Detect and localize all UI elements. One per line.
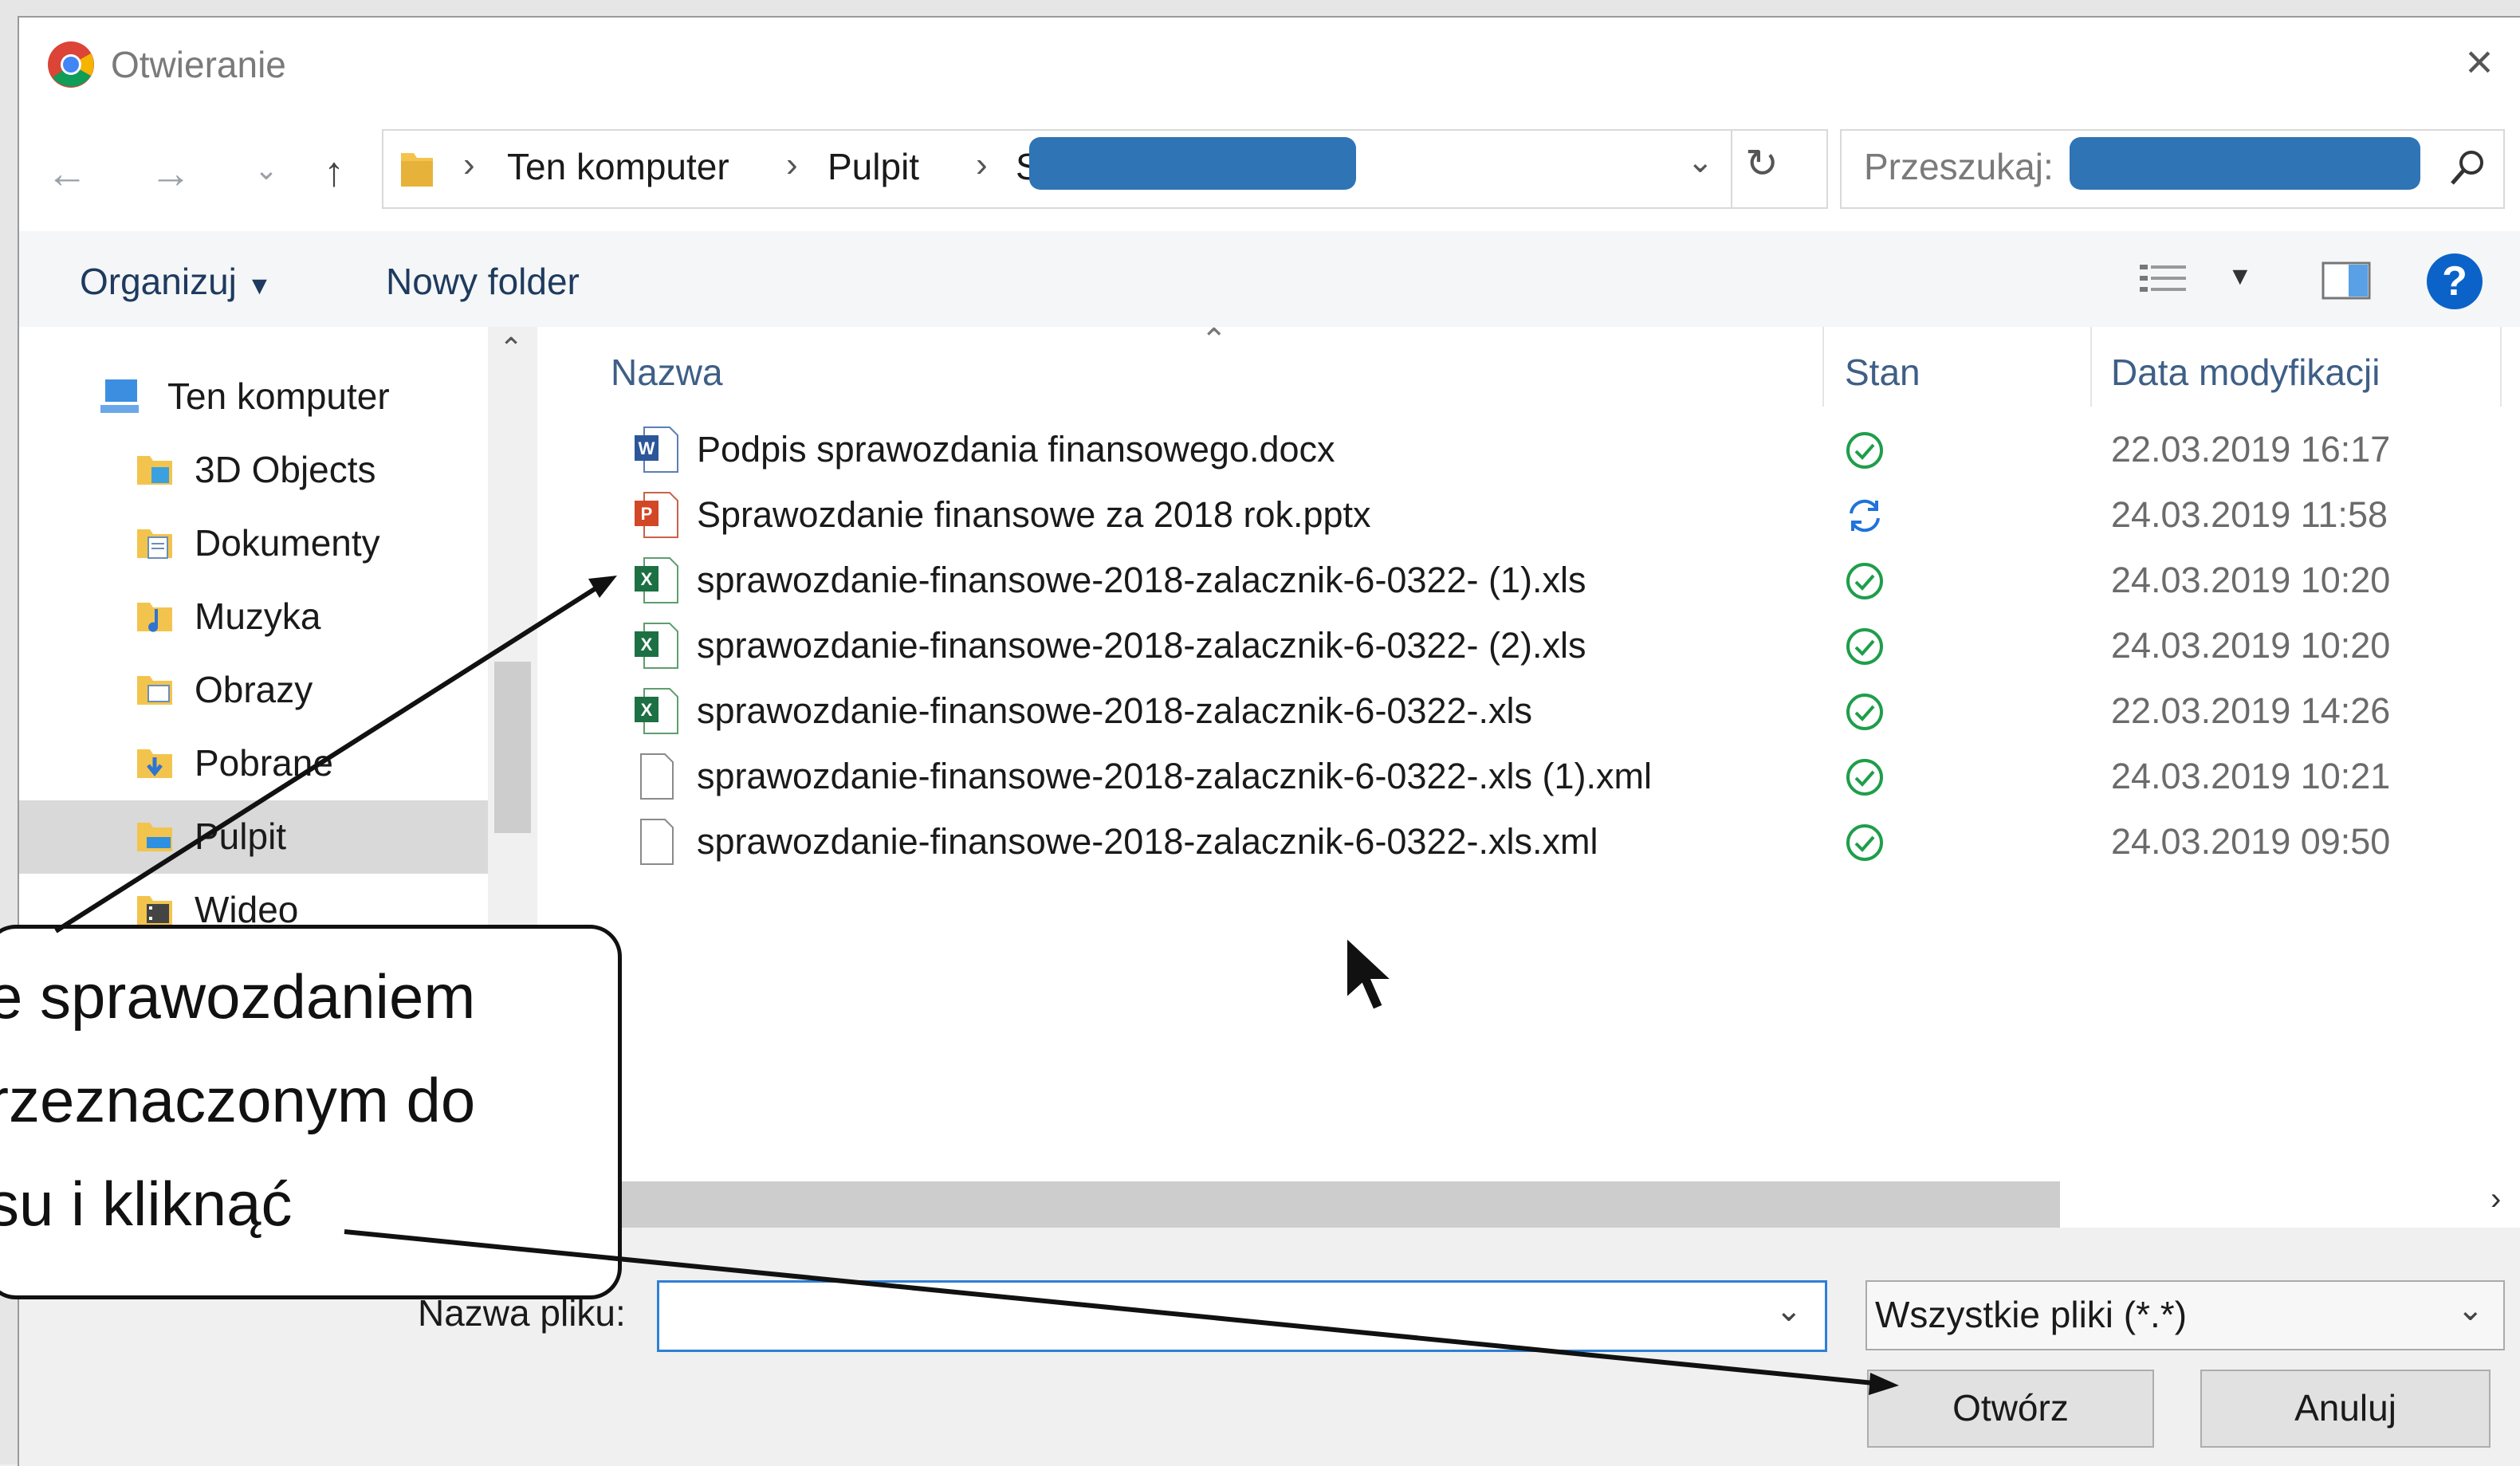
arrowhead [1869, 1373, 1899, 1395]
arrow-to-file [54, 584, 601, 933]
annotation-arrows [54, 576, 1899, 1395]
arrow-to-open-button [344, 1229, 1874, 1385]
arrowhead [588, 576, 617, 598]
